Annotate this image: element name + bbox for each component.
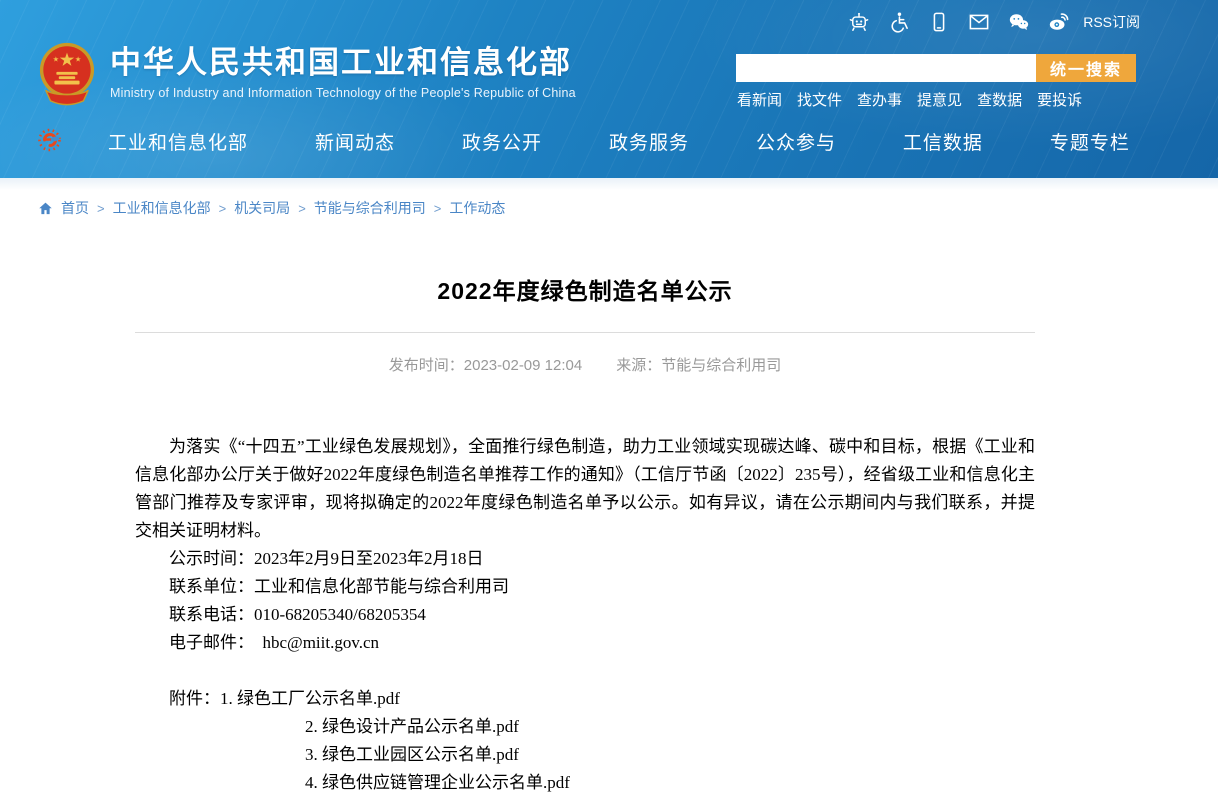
- nav-item-special-columns[interactable]: 专题专栏: [1050, 128, 1130, 155]
- title-divider: [135, 332, 1035, 333]
- attachment-link-green-factory[interactable]: 1. 绿色工厂公示名单.pdf: [220, 689, 400, 708]
- attachments-label: 附件：: [169, 689, 220, 708]
- nav-item-news[interactable]: 新闻动态: [315, 128, 395, 155]
- mobile-icon[interactable]: [927, 10, 951, 34]
- quick-link-data[interactable]: 查数据: [977, 89, 1022, 110]
- weibo-icon[interactable]: [1047, 10, 1071, 34]
- article: 2022年度绿色制造名单公示 发布时间：2023-02-09 12:04 来源：节…: [135, 272, 1035, 797]
- attachment-row: 附件：1. 绿色工厂公示名单.pdf: [135, 685, 1035, 713]
- miit-gear-logo-icon: [36, 126, 64, 154]
- article-paragraph: 为落实《“十四五”工业绿色发展规划》，全面推行绿色制造，助力工业领域实现碳达峰、…: [135, 433, 1035, 545]
- breadcrumb-separator: >: [298, 201, 306, 216]
- attachment-row: 3. 绿色工业园区公示名单.pdf: [135, 741, 1035, 769]
- breadcrumb-miit[interactable]: 工业和信息化部: [113, 198, 211, 218]
- nav-item-miit[interactable]: 工业和信息化部: [108, 128, 248, 155]
- quick-link-opinions[interactable]: 提意见: [917, 89, 962, 110]
- accessibility-icon[interactable]: [887, 10, 911, 34]
- attachment-link-green-design-products[interactable]: 2. 绿色设计产品公示名单.pdf: [305, 717, 519, 736]
- quick-link-complaints[interactable]: 要投诉: [1037, 89, 1082, 110]
- attachments-list: 附件：1. 绿色工厂公示名单.pdf 2. 绿色设计产品公示名单.pdf 3. …: [135, 685, 1035, 797]
- attachment-link-green-industrial-parks[interactable]: 3. 绿色工业园区公示名单.pdf: [305, 745, 519, 764]
- home-icon[interactable]: [38, 201, 53, 216]
- publish-time: 2023-02-09 12:04: [464, 357, 582, 374]
- attachment-row: 4. 绿色供应链管理企业公示名单.pdf: [135, 769, 1035, 797]
- site-subtitle: Ministry of Industry and Information Tec…: [110, 86, 576, 100]
- site-title: 中华人民共和国工业和信息化部: [110, 44, 576, 82]
- mail-icon[interactable]: [967, 10, 991, 34]
- article-meta: 发布时间：2023-02-09 12:04 来源：节能与综合利用司: [135, 354, 1035, 375]
- breadcrumb: 首页 > 工业和信息化部 > 机关司局 > 节能与综合利用司 > 工作动态: [38, 198, 1218, 218]
- publish-time-label: 发布时间：: [389, 357, 464, 374]
- wechat-icon[interactable]: [1007, 10, 1031, 34]
- breadcrumb-work-updates[interactable]: 工作动态: [449, 198, 505, 218]
- contact-phone-line: 联系电话：010-68205340/68205354: [135, 601, 1035, 629]
- source-value: 节能与综合利用司: [661, 357, 781, 374]
- robot-icon[interactable]: [847, 10, 871, 34]
- main-nav: 工业和信息化部 新闻动态 政务公开 政务服务 公众参与 工信数据 专题专栏: [0, 124, 1218, 164]
- article-body: 为落实《“十四五”工业绿色发展规划》，全面推行绿色制造，助力工业领域实现碳达峰、…: [135, 433, 1035, 797]
- site-header: RSS订阅 中华人民共和国工业和信息化部 Ministry of Industr…: [0, 0, 1218, 178]
- breadcrumb-separator: >: [219, 201, 227, 216]
- attachment-row: 2. 绿色设计产品公示名单.pdf: [135, 713, 1035, 741]
- article-title: 2022年度绿色制造名单公示: [135, 272, 1035, 306]
- source-label: 来源：: [616, 357, 661, 374]
- quick-link-files[interactable]: 找文件: [797, 89, 842, 110]
- header-shadow-strip: [0, 178, 1218, 190]
- breadcrumb-departments[interactable]: 机关司局: [234, 198, 290, 218]
- site-title-block: 中华人民共和国工业和信息化部 Ministry of Industry and …: [110, 40, 576, 100]
- quick-link-news[interactable]: 看新闻: [737, 89, 782, 110]
- nav-items: 工业和信息化部 新闻动态 政务公开 政务服务 公众参与 工信数据 专题专栏: [108, 124, 1130, 158]
- rss-subscribe-link[interactable]: RSS订阅: [1083, 12, 1140, 32]
- topbar-icon-row: RSS订阅: [847, 8, 1140, 36]
- quick-link-services[interactable]: 查办事: [857, 89, 902, 110]
- contact-email-line: 电子邮件： hbc@miit.gov.cn: [135, 629, 1035, 657]
- search-input[interactable]: [736, 54, 1036, 82]
- breadcrumb-separator: >: [434, 201, 442, 216]
- quick-links-row: 看新闻 找文件 查办事 提意见 查数据 要投诉: [737, 89, 1082, 110]
- contact-unit-line: 联系单位：工业和信息化部节能与综合利用司: [135, 573, 1035, 601]
- nav-item-gov-disclosure[interactable]: 政务公开: [462, 128, 542, 155]
- national-emblem-icon: [38, 40, 96, 106]
- breadcrumb-home[interactable]: 首页: [61, 198, 89, 218]
- nav-item-public-participation[interactable]: 公众参与: [756, 128, 836, 155]
- site-logo-row: 中华人民共和国工业和信息化部 Ministry of Industry and …: [38, 40, 576, 106]
- search-area: 统一搜索: [736, 54, 1136, 82]
- breadcrumb-energy-dept[interactable]: 节能与综合利用司: [314, 198, 426, 218]
- notice-period-line: 公示时间：2023年2月9日至2023年2月18日: [135, 545, 1035, 573]
- nav-item-industry-data[interactable]: 工信数据: [903, 128, 983, 155]
- search-button[interactable]: 统一搜索: [1036, 54, 1136, 82]
- miit-webpage: { "header": { "icons": ["robot-icon", "a…: [0, 0, 1218, 781]
- attachment-link-green-supply-chain[interactable]: 4. 绿色供应链管理企业公示名单.pdf: [305, 773, 570, 792]
- breadcrumb-separator: >: [97, 201, 105, 216]
- nav-item-gov-services[interactable]: 政务服务: [609, 128, 689, 155]
